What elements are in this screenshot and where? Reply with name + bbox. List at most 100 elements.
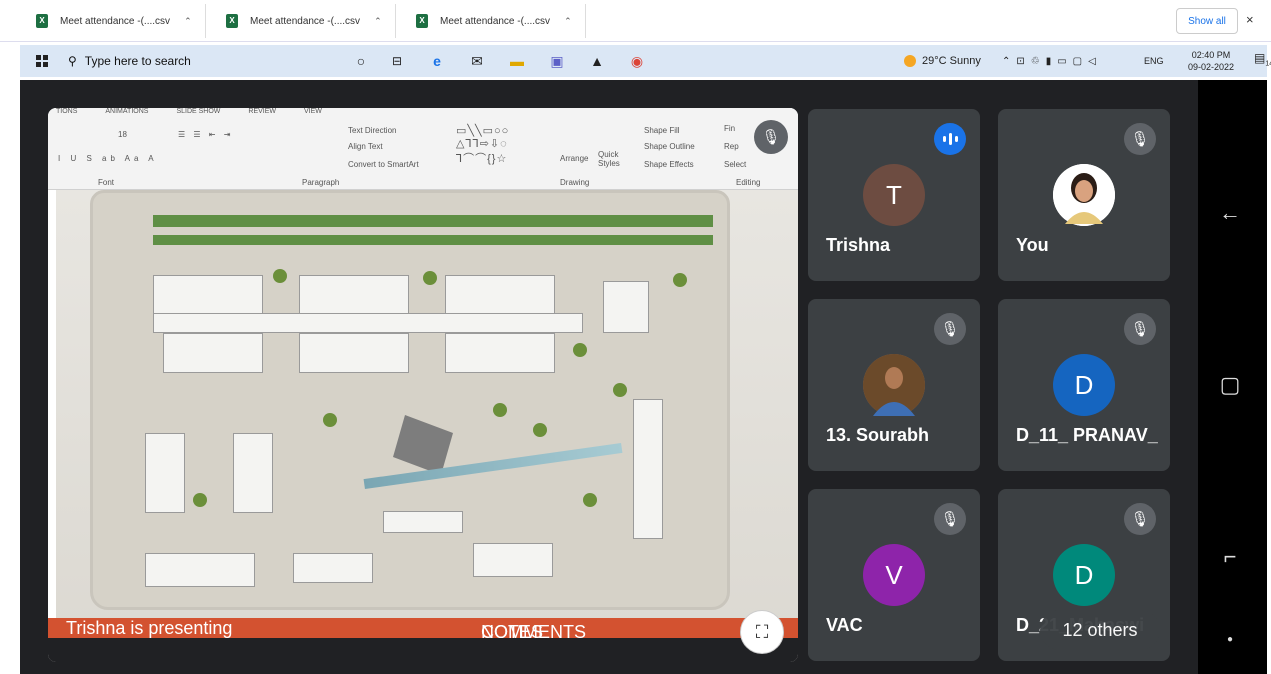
site-lot [90,190,730,610]
sun-icon [904,55,916,67]
windows-taskbar: ⚲ Type here to search ○ ⊟ e ✉ ▬ ▣ ▲ ◉ 29… [20,45,1271,77]
site-plan-image [56,190,798,634]
avatar: V [863,544,925,606]
expand-icon[interactable]: ⛶ [740,610,784,654]
slide-bottom [48,638,798,662]
powerpoint-ribbon: TIONS ANIMATIONS SLIDE SHOW REVIEW VIEW … [48,108,798,190]
task-view-icon[interactable]: ⊟ [386,50,408,72]
taskbar-search[interactable]: ⚲ Type here to search [68,51,191,71]
weather-widget[interactable]: 29°C Sunny [904,45,981,77]
close-downloads-button[interactable]: × [1246,12,1254,27]
select-button: Select [724,160,747,169]
participant-tile[interactable]: You 🎙 [998,109,1170,281]
search-icon: ⚲ [68,54,77,68]
chevron-up-icon[interactable]: ⌃ [184,16,192,27]
paragraph-icons: ☰ ☰ ⇤ ⇥ [178,130,234,139]
csv-file-icon: X [226,14,238,28]
show-all-button[interactable]: Show all [1176,8,1238,34]
participant-tile[interactable]: V VAC 🎙 [808,489,980,661]
participant-name: 13. Sourabh [826,425,930,445]
group-label-font: Font [98,178,115,187]
replace-button: Rep [724,142,739,151]
group-label-editing: Editing [736,178,761,187]
download-item[interactable]: X Meet attendance -(....csv ⌃ [226,4,396,38]
align-text: Align Text [348,142,383,151]
mail-icon[interactable]: ✉ [466,50,488,72]
shape-effects: Shape Effects [644,160,694,169]
presentation-view: TIONS ANIMATIONS SLIDE SHOW REVIEW VIEW … [48,108,798,662]
back-icon[interactable]: ← [1210,200,1250,226]
cortana-icon[interactable]: ○ [350,50,372,72]
find-button: Fin [724,124,736,133]
recents-icon[interactable]: ⌐ [1210,544,1250,570]
mic-off-icon: 🎙 [1124,503,1156,535]
download-item-label: Meet attendance -(....csv [250,15,361,27]
group-label-drawing: Drawing [560,178,590,187]
mic-off-icon: 🎙 [1124,313,1156,345]
mic-off-icon: 🎙 [934,313,966,345]
download-item[interactable]: X Meet attendance -(....csv ⌃ [36,4,206,38]
quick-styles-button: Quick Styles [598,150,620,168]
speaking-indicator-icon [934,123,966,155]
photos-icon[interactable]: ▲ [586,50,608,72]
divider [204,4,206,38]
avatar: D [1053,354,1115,416]
avatar [1053,164,1115,226]
clock-time: 02:40 PM [1191,50,1231,60]
participant-name: Trishna [826,235,891,255]
search-placeholder: Type here to search [84,54,191,68]
avatar: T [863,164,925,226]
windows-start-icon[interactable] [36,55,48,67]
shape-fill: Shape Fill [644,126,680,135]
participant-tile[interactable]: D D_11_ PRANAV_ 🎙 [998,299,1170,471]
participant-tile[interactable]: T Trishna [808,109,980,281]
notification-icon[interactable]: ▤14 [1254,51,1271,69]
mic-off-icon: 🎙 [934,503,966,535]
system-tray-icons[interactable]: ⌃⊡♲▮▭▢◁ [1002,45,1102,77]
ribbon-tab: REVIEW [248,108,277,115]
ribbon-tab: ANIMATIONS [105,108,149,115]
teams-icon[interactable]: ▣ [546,50,568,72]
downloads-bar: X Meet attendance -(....csv ⌃ X Meet att… [0,0,1271,42]
download-item-label: Meet attendance -(....csv [60,15,171,27]
chrome-icon[interactable]: ◉ [626,50,648,72]
participant-name: You [1016,235,1049,255]
group-label-paragraph: Paragraph [302,178,340,187]
user-photo-icon [863,354,925,416]
shape-outline: Shape Outline [644,142,695,151]
ribbon-tab: VIEW [304,108,322,115]
avatar [863,354,925,416]
csv-file-icon: X [416,14,428,28]
mic-off-icon: 🎙 [1124,123,1156,155]
chevron-up-icon[interactable]: ⌃ [564,16,572,27]
notification-count: 14 [1265,60,1271,68]
convert-smartart: Convert to SmartArt [348,160,419,169]
others-count-button[interactable]: 12 others [1040,610,1160,650]
home-icon[interactable]: ▢ [1210,372,1250,398]
presenting-bar: Trishna is presenting NOTES COMMENTS [48,618,798,642]
font-size-box: 18 [118,130,127,139]
avatar: D [1053,544,1115,606]
font-format-icons: I U S ab Aa A [58,154,158,163]
csv-file-icon: X [36,14,48,28]
ribbon-tab: TIONS [56,108,78,115]
ribbon-tab: SLIDE SHOW [176,108,221,115]
edge-icon[interactable]: e [426,50,448,72]
participant-name: VAC [826,615,863,635]
download-item[interactable]: X Meet attendance -(....csv ⌃ [416,4,586,38]
mic-off-icon: 🎙 [754,120,788,154]
clock[interactable]: 02:40 PM 09-02-2022 [1188,49,1234,73]
download-item-label: Meet attendance -(....csv [440,15,551,27]
chevron-up-icon[interactable]: ⌃ [374,16,382,27]
ribbon-tabs: TIONS ANIMATIONS SLIDE SHOW REVIEW VIEW [56,108,322,115]
text-direction: Text Direction [348,126,397,135]
language-indicator[interactable]: ENG [1144,45,1164,77]
user-photo-icon [1053,164,1115,226]
participant-name: D_11_ PRANAV_ [1016,425,1158,445]
participant-tile[interactable]: 13. Sourabh 🎙 [808,299,980,471]
divider [394,4,396,38]
shapes-gallery: ▭╲╲▭○○ △⅂⅂⇨⇩◌ ⅂⌒⌒{}☆ [456,125,510,165]
file-explorer-icon[interactable]: ▬ [506,50,528,72]
divider [584,4,586,38]
presenting-label: Trishna is presenting [66,618,233,638]
